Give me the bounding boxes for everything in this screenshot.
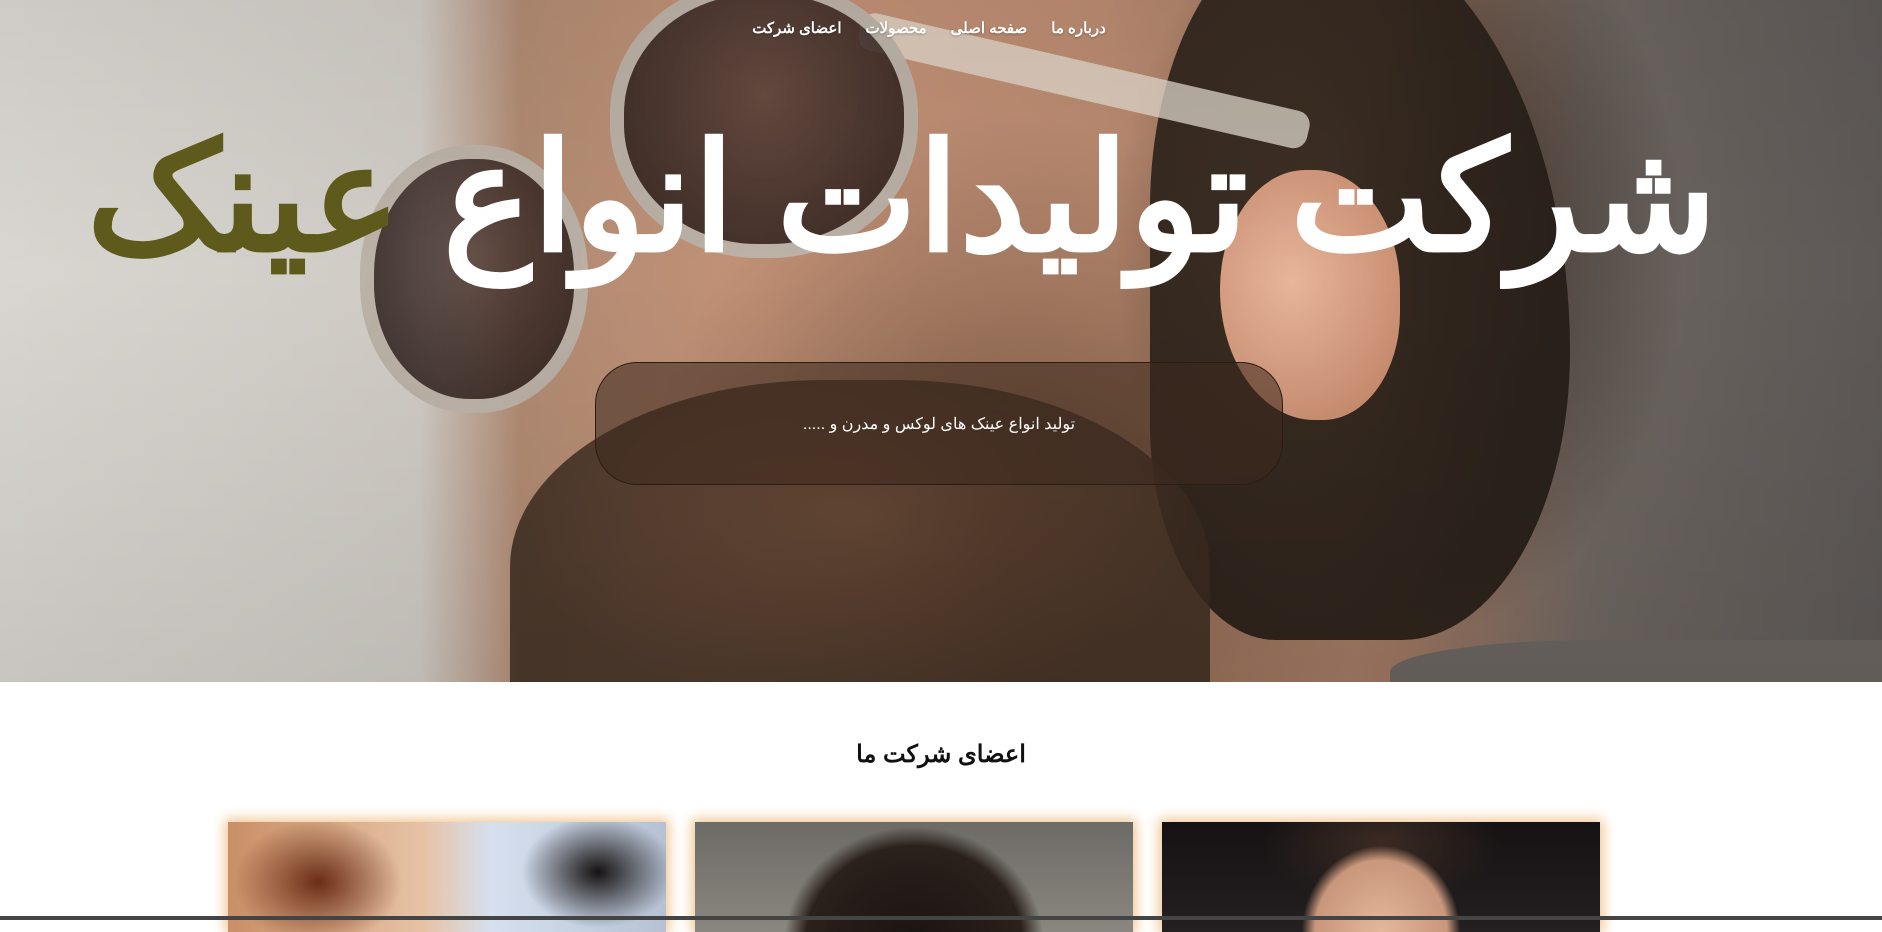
hero-title-main: شرکت تولیدات انواع xyxy=(400,114,1717,282)
members-section-title: اعضای شرکت ما xyxy=(856,741,1026,768)
hero-title: شرکت تولیدات انواع عینک xyxy=(87,105,1717,293)
main-nav: درباره ما صفحه اصلی محصولات اعضای شرکت xyxy=(0,18,1882,42)
hero-overlay xyxy=(0,0,1882,682)
nav-item-members[interactable]: اعضای شرکت xyxy=(752,20,841,37)
hero-title-accent: عینک xyxy=(86,114,401,282)
viewport-bottom-edge xyxy=(0,916,1882,920)
members-cards xyxy=(228,822,1600,932)
hero-subtitle-box: تولید انواع عینک های لوکس و مدرن و ..... xyxy=(595,362,1283,485)
nav-item-home[interactable]: صفحه اصلی xyxy=(951,20,1028,37)
hero-subtitle: تولید انواع عینک های لوکس و مدرن و ..... xyxy=(802,415,1076,433)
nav-item-products[interactable]: محصولات xyxy=(866,20,927,37)
hero-section: درباره ما صفحه اصلی محصولات اعضای شرکت ش… xyxy=(0,0,1882,682)
nav-item-about[interactable]: درباره ما xyxy=(1051,20,1106,37)
